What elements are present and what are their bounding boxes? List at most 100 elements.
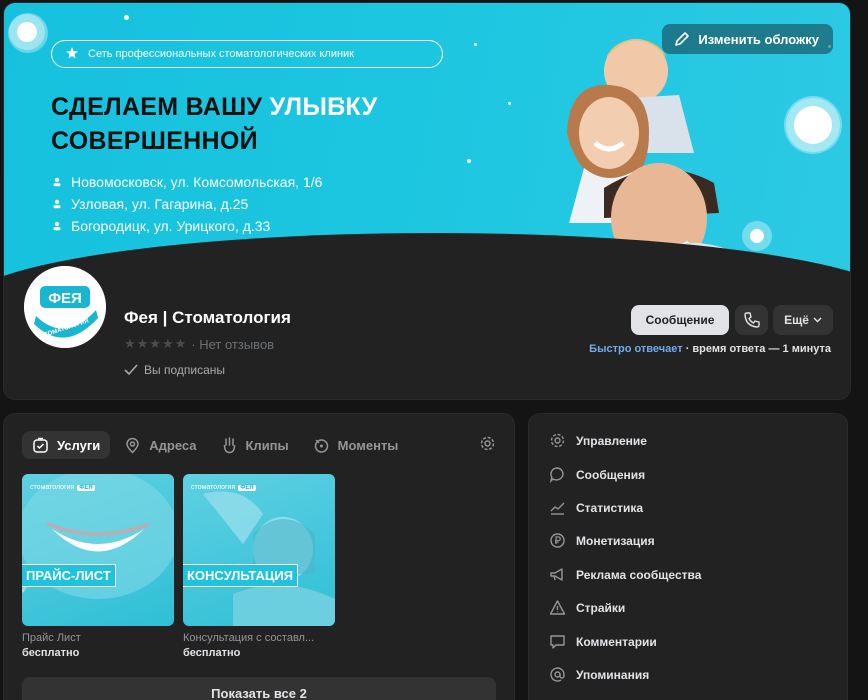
tagline-text: Сеть профессиональных стоматологических …	[88, 48, 354, 60]
menu-label: Реклама сообщества	[576, 567, 702, 582]
smile-photo	[22, 474, 174, 599]
tile-brand: стоматология ФЕЯ	[191, 484, 256, 491]
more-label: Ещё	[784, 313, 809, 327]
menu-label: Сообщения	[576, 467, 646, 482]
management-menu: Управление Сообщения Статистика Монетиза…	[528, 413, 848, 700]
change-cover-button[interactable]: Изменить обложку	[662, 24, 833, 54]
rating-row: ★★★★★ · Нет отзывов	[124, 336, 274, 352]
menu-label: Статистика	[576, 500, 644, 515]
menu-item-monetization[interactable]: Монетизация	[549, 532, 655, 549]
tile-banner: ПРАЙС-ЛИСТ	[22, 564, 116, 587]
service-tile[interactable]: стоматология ФЕЯ КОНСУЛЬТАЦИЯ	[183, 474, 335, 626]
decor-bubble	[17, 22, 37, 42]
tab-clips[interactable]: Клипы	[211, 431, 299, 459]
tab-label: Моменты	[337, 437, 399, 453]
sparkle-icon	[64, 46, 80, 62]
settings-gear-icon[interactable]	[479, 435, 496, 457]
tab-label: Клипы	[245, 437, 289, 453]
service-tile[interactable]: стоматология ФЕЯ ПРАЙС-ЛИСТ	[22, 474, 174, 626]
brand-text: стоматология	[30, 484, 75, 491]
decor-dot	[474, 43, 477, 46]
phone-icon	[743, 312, 760, 328]
menu-item-statistics[interactable]: Статистика	[549, 499, 643, 516]
cover-tagline: Сеть профессиональных стоматологических …	[51, 40, 443, 68]
subscribed-label: Вы подписаны	[144, 363, 225, 377]
gear-icon	[550, 433, 565, 448]
tile-brand: стоматология ФЕЯ	[30, 484, 95, 491]
service-title[interactable]: Прайс Лист	[22, 632, 81, 644]
clips-icon	[223, 436, 235, 453]
menu-item-strikes[interactable]: Страйки	[549, 599, 625, 616]
tab-label: Адреса	[149, 437, 197, 453]
tab-moments[interactable]: Моменты	[303, 431, 409, 459]
consultation-photo	[203, 491, 335, 626]
rating-stars: ★★★★★	[124, 336, 188, 351]
cover-addresses: Новомосковск, ул. Комсомольская, 1/6 Узл…	[52, 171, 322, 237]
community-page: Сеть профессиональных стоматологических …	[0, 0, 868, 700]
address-text: Богородицк, ул. Урицкого, д.33	[71, 218, 271, 234]
menu-label: Управление	[576, 433, 647, 448]
profile-card: Сеть профессиональных стоматологических …	[3, 2, 851, 400]
avatar[interactable]: ФЕЯ СТОМАТОЛОГИЯ	[21, 263, 109, 351]
address-text: Узловая, ул. Гагарина, д.25	[71, 196, 249, 212]
show-all-button[interactable]: Показать все 2	[22, 677, 496, 700]
reviews-text[interactable]: · Нет отзывов	[191, 337, 274, 352]
community-name: Фея | Стоматология	[124, 308, 291, 327]
headline-accent: УЛЫБКУ	[269, 93, 378, 121]
at-icon	[550, 667, 565, 682]
address-item: Узловая, ул. Гагарина, д.25	[52, 193, 322, 215]
logo-image: ФЕЯ СТОМАТОЛОГИЯ	[24, 266, 106, 348]
warning-icon	[549, 600, 566, 615]
response-time: Быстро отвечает · время ответа — 1 минут…	[589, 343, 831, 355]
chevron-down-icon	[813, 317, 822, 323]
service-title[interactable]: Консультация с составл...	[183, 632, 314, 644]
address-item: Новомосковск, ул. Комсомольская, 1/6	[52, 171, 322, 193]
svg-text:ФЕЯ: ФЕЯ	[48, 290, 82, 307]
cover-image: Сеть профессиональных стоматологических …	[4, 3, 850, 286]
content-tabs: Услуги Адреса Клипы Моменты	[22, 431, 408, 459]
call-button[interactable]	[735, 305, 768, 335]
service-price: бесплатно	[22, 647, 80, 659]
menu-item-mentions[interactable]: Упоминания	[549, 666, 649, 683]
service-price: бесплатно	[183, 647, 241, 659]
brand-text: стоматология	[191, 484, 236, 491]
tile-banner: КОНСУЛЬТАЦИЯ	[183, 564, 299, 587]
ruble-icon	[550, 533, 565, 548]
fast-reply-label[interactable]: Быстро отвечает	[589, 343, 682, 355]
person-pin-icon	[53, 221, 61, 231]
headline-line2: СОВЕРШЕННОЙ	[51, 127, 258, 155]
address-item: Богородицк, ул. Урицкого, д.33	[52, 215, 322, 237]
stats-icon	[550, 502, 565, 515]
address-text: Новомосковск, ул. Комсомольская, 1/6	[71, 174, 323, 190]
decor-dot	[124, 15, 129, 20]
person-pin-icon	[53, 177, 61, 187]
brand-badge: ФЕЯ	[238, 484, 256, 491]
comment-icon	[550, 635, 565, 649]
change-cover-label: Изменить обложку	[698, 31, 819, 47]
cover-headline: СДЕЛАЕМ ВАШУ УЛЫБКУ СОВЕРШЕННОЙ	[51, 90, 377, 158]
moments-icon	[314, 438, 328, 453]
person-pin-icon	[53, 199, 61, 209]
message-icon	[549, 467, 564, 483]
pencil-icon	[675, 32, 690, 46]
megaphone-icon	[550, 568, 563, 581]
menu-label: Комментарии	[576, 634, 657, 649]
message-button[interactable]: Сообщение	[631, 305, 729, 335]
tab-services[interactable]: Услуги	[22, 431, 111, 459]
location-icon	[126, 437, 139, 454]
tab-addresses[interactable]: Адреса	[114, 431, 206, 459]
menu-item-messages[interactable]: Сообщения	[549, 466, 645, 483]
more-button[interactable]: Ещё	[773, 305, 833, 335]
menu-item-comments[interactable]: Комментарии	[549, 633, 657, 650]
tab-label: Услуги	[57, 437, 101, 453]
services-icon	[33, 437, 48, 453]
menu-label: Страйки	[576, 600, 626, 615]
menu-label: Монетизация	[576, 533, 655, 548]
subscribed-status[interactable]: Вы подписаны	[124, 363, 225, 377]
decor-dot	[467, 159, 471, 163]
services-card: Услуги Адреса Клипы Моменты стоматология…	[3, 413, 515, 700]
headline-dark: СДЕЛАЕМ ВАШУ	[51, 93, 270, 121]
menu-item-ads[interactable]: Реклама сообщества	[549, 566, 701, 583]
menu-item-management[interactable]: Управление	[549, 432, 647, 449]
response-time-text: · время ответа — 1 минута	[682, 343, 831, 355]
